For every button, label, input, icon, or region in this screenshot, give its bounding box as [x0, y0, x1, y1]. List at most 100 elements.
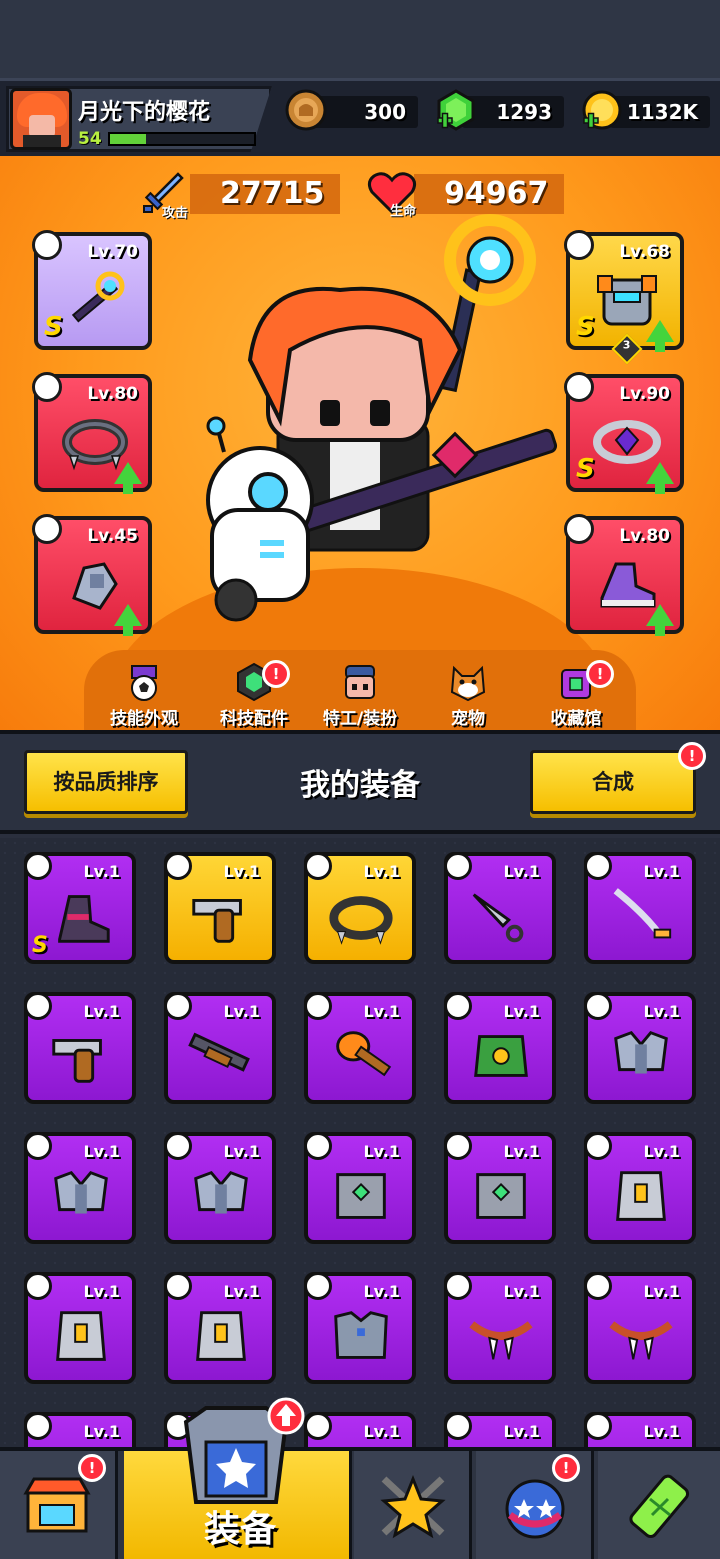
inventory-item-plate[interactable]: Lv.1: [24, 1272, 136, 1384]
inventory-item-armor[interactable]: Lv.1: [584, 992, 696, 1104]
status-bar: [0, 0, 720, 78]
equipped-weapon-slot[interactable]: Lv.70 S: [32, 230, 152, 350]
equipped-boots-level: Lv.80: [619, 526, 670, 546]
inventory-item-necklace[interactable]: Lv.1: [24, 1412, 136, 1448]
item-level: Lv.1: [643, 1002, 680, 1021]
item-level: Lv.1: [83, 1422, 120, 1441]
equipped-necklace-slot[interactable]: Lv.80: [32, 372, 152, 494]
item-level: Lv.1: [83, 1002, 120, 1021]
equipped-gloves-slot[interactable]: Lv.45: [32, 514, 152, 636]
hp-stat: 94967: [414, 174, 564, 214]
merge-label: 合成: [592, 770, 634, 794]
armor-star-count: 3: [622, 338, 631, 352]
item-type-icon: [24, 1412, 52, 1440]
dna-tube-icon: [629, 1474, 690, 1539]
boots-type-icon: [564, 514, 594, 544]
inventory-item-shotgun[interactable]: Lv.1: [164, 992, 276, 1104]
item-type-icon: [444, 1412, 472, 1440]
katana-icon: [613, 888, 672, 939]
revolver-icon: [52, 1039, 102, 1083]
inventory-item-plate[interactable]: Lv.1: [584, 1132, 696, 1244]
item-type-icon: [24, 1272, 52, 1300]
item-type-icon: [304, 992, 332, 1020]
item-type-icon: [444, 1272, 472, 1300]
player-name: 月光下的樱花: [78, 100, 211, 125]
nav-evolution[interactable]: [598, 1451, 720, 1559]
xp-bar: [108, 132, 256, 146]
agent-icon: [345, 665, 375, 699]
hp-value: 94967: [444, 176, 549, 211]
tab-agent-outfit-label: 特工/装扮: [322, 709, 398, 729]
nav-talent[interactable]: [354, 1451, 472, 1559]
kunai-icon: [472, 893, 524, 943]
sort-by-quality-button[interactable]: 按品质排序: [24, 750, 188, 814]
player-avatar[interactable]: [10, 88, 72, 150]
inventory-item-necklace[interactable]: Lv.1: [584, 1412, 696, 1448]
coin-value: 300: [364, 100, 406, 124]
equipped-boots-slot[interactable]: Lv.80: [564, 514, 684, 636]
tab-skill-skin[interactable]: 技能外观: [94, 660, 194, 729]
inventory-item-kunai[interactable]: Lv.1: [444, 852, 556, 964]
inventory-item-boots[interactable]: Lv.1 S: [24, 852, 136, 964]
fang-necklace-icon: [469, 1321, 533, 1360]
inventory-item-vest[interactable]: Lv.1: [444, 1132, 556, 1244]
inventory-item-fang-necklace[interactable]: Lv.1: [444, 1272, 556, 1384]
inventory-item-plate[interactable]: Lv.1: [164, 1272, 276, 1384]
item-type-icon: [584, 1132, 612, 1160]
weapon-type-icon: [32, 230, 62, 260]
inventory-item-necklace[interactable]: Lv.1: [444, 1412, 556, 1448]
equipped-weapon-level: Lv.70: [87, 242, 138, 262]
upgrade-arrow-icon: [114, 462, 142, 494]
inventory-item-vest[interactable]: Lv.1: [304, 1132, 416, 1244]
inventory-item-fang-necklace[interactable]: Lv.1: [584, 1272, 696, 1384]
inventory-item-police-vest[interactable]: Lv.1: [304, 1272, 416, 1384]
item-level: Lv.1: [223, 1142, 260, 1161]
item-level: Lv.1: [363, 862, 400, 881]
inventory-item-armor[interactable]: Lv.1: [24, 1132, 136, 1244]
item-level: Lv.1: [363, 1142, 400, 1161]
attack-label: 攻击: [162, 206, 189, 221]
equipped-weapon-grade: S: [44, 312, 63, 342]
merge-button[interactable]: 合成: [530, 750, 696, 814]
star-swords-icon: [380, 1474, 446, 1539]
inventory-item-torch[interactable]: Lv.1: [304, 992, 416, 1104]
inventory-item-leaf-armor[interactable]: Lv.1: [444, 992, 556, 1104]
armor-icon: [194, 1170, 248, 1214]
inventory-item-katana[interactable]: Lv.1: [584, 852, 696, 964]
inventory-item-armor[interactable]: Lv.1: [164, 1132, 276, 1244]
inventory-item-revolver[interactable]: Lv.1: [164, 852, 276, 964]
equipped-armor-slot[interactable]: Lv.68 S 3: [564, 230, 684, 365]
item-level: Lv.1: [503, 1142, 540, 1161]
item-level: Lv.1: [503, 1422, 540, 1441]
item-type-icon: [24, 852, 52, 880]
equipped-belt-level: Lv.90: [619, 384, 670, 404]
inventory-item-necklace[interactable]: Lv.1: [304, 1412, 416, 1448]
gold-counter[interactable]: 1132K: [610, 96, 710, 128]
item-level: Lv.1: [363, 1002, 400, 1021]
belt-type-icon: [564, 372, 594, 402]
inventory-item-necklace[interactable]: Lv.1: [304, 852, 416, 964]
item-type-icon: [24, 1132, 52, 1160]
equipped-belt-slot[interactable]: Lv.90 S: [564, 372, 684, 494]
upgrade-arrow-icon: [646, 320, 674, 352]
tab-agent-outfit[interactable]: 特工/装扮: [310, 660, 410, 729]
tab-pet[interactable]: 宠物: [418, 660, 518, 729]
item-level: Lv.1: [83, 1282, 120, 1301]
item-type-icon: [304, 852, 332, 880]
revolver-icon: [192, 899, 242, 943]
vest-icon: [476, 1173, 526, 1219]
item-type-icon: [304, 1412, 332, 1440]
plate-icon: [616, 1171, 666, 1221]
tab-pet-label: 宠物: [451, 709, 485, 729]
tab-tech-parts-label: 科技配件: [220, 709, 288, 729]
police-vest-icon: [334, 1311, 388, 1359]
armor-type-icon: [564, 230, 594, 260]
item-grade: S: [32, 933, 48, 958]
item-type-icon: [304, 1132, 332, 1160]
item-type-icon: [164, 852, 192, 880]
item-level: Lv.1: [503, 1002, 540, 1021]
hero-character-art: [206, 214, 558, 622]
nav-equipment-label: 装备: [203, 1509, 276, 1550]
inventory-item-revolver[interactable]: Lv.1: [24, 992, 136, 1104]
item-type-icon: [584, 852, 612, 880]
